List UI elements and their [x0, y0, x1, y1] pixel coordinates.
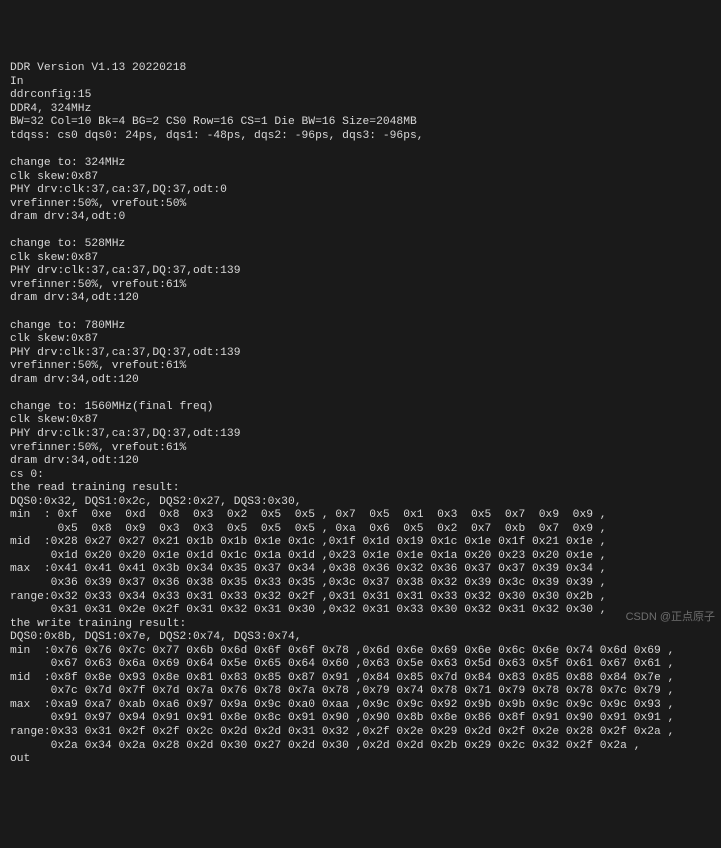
terminal-line: vrefinner:50%, vrefout:61% [10, 442, 711, 456]
terminal-line [10, 387, 711, 401]
terminal-line: BW=32 Col=10 Bk=4 BG=2 CS0 Row=16 CS=1 D… [10, 116, 711, 130]
terminal-line [10, 306, 711, 320]
terminal-line: mid :0x8f 0x8e 0x93 0x8e 0x81 0x83 0x85 … [10, 672, 711, 686]
terminal-line: range:0x32 0x33 0x34 0x33 0x31 0x33 0x32… [10, 591, 711, 605]
terminal-line: max :0x41 0x41 0x41 0x3b 0x34 0x35 0x37 … [10, 563, 711, 577]
terminal-line: 0x2a 0x34 0x2a 0x28 0x2d 0x30 0x27 0x2d … [10, 740, 711, 754]
terminal-line: PHY drv:clk:37,ca:37,DQ:37,odt:139 [10, 265, 711, 279]
terminal-line: the read training result: [10, 482, 711, 496]
terminal-line: vrefinner:50%, vrefout:61% [10, 360, 711, 374]
terminal-line: tdqss: cs0 dqs0: 24ps, dqs1: -48ps, dqs2… [10, 130, 711, 144]
terminal-line: 0x1d 0x20 0x20 0x1e 0x1d 0x1c 0x1a 0x1d … [10, 550, 711, 564]
terminal-line: min : 0xf 0xe 0xd 0x8 0x3 0x2 0x5 0x5 , … [10, 509, 711, 523]
terminal-line: clk skew:0x87 [10, 414, 711, 428]
terminal-line: 0x36 0x39 0x37 0x36 0x38 0x35 0x33 0x35 … [10, 577, 711, 591]
terminal-line: 0x91 0x97 0x94 0x91 0x91 0x8e 0x8c 0x91 … [10, 712, 711, 726]
terminal-line: clk skew:0x87 [10, 171, 711, 185]
terminal-line: DQS0:0x8b, DQS1:0x7e, DQS2:0x74, DQS3:0x… [10, 631, 711, 645]
terminal-line: PHY drv:clk:37,ca:37,DQ:37,odt:139 [10, 428, 711, 442]
terminal-line: DDR Version V1.13 20220218 [10, 62, 711, 76]
terminal-line [10, 225, 711, 239]
terminal-line: the write training result: [10, 618, 711, 632]
terminal-line: dram drv:34,odt:0 [10, 211, 711, 225]
terminal-line [10, 143, 711, 157]
terminal-line: 0x7c 0x7d 0x7f 0x7d 0x7a 0x76 0x78 0x7a … [10, 685, 711, 699]
terminal-line: change to: 324MHz [10, 157, 711, 171]
terminal-line: DDR4, 324MHz [10, 103, 711, 117]
terminal-line: 0x5 0x8 0x9 0x3 0x3 0x5 0x5 0x5 , 0xa 0x… [10, 523, 711, 537]
terminal-line: PHY drv:clk:37,ca:37,DQ:37,odt:0 [10, 184, 711, 198]
terminal-line: dram drv:34,odt:120 [10, 374, 711, 388]
terminal-line: mid :0x28 0x27 0x27 0x21 0x1b 0x1b 0x1e … [10, 536, 711, 550]
terminal-line: min :0x76 0x76 0x7c 0x77 0x6b 0x6d 0x6f … [10, 645, 711, 659]
terminal-line: In [10, 76, 711, 90]
terminal-line: change to: 780MHz [10, 320, 711, 334]
terminal-line: dram drv:34,odt:120 [10, 292, 711, 306]
terminal-line: range:0x33 0x31 0x2f 0x2f 0x2c 0x2d 0x2d… [10, 726, 711, 740]
terminal-line: 0x67 0x63 0x6a 0x69 0x64 0x5e 0x65 0x64 … [10, 658, 711, 672]
terminal-line: ddrconfig:15 [10, 89, 711, 103]
terminal-line: PHY drv:clk:37,ca:37,DQ:37,odt:139 [10, 347, 711, 361]
terminal-output: DDR Version V1.13 20220218Inddrconfig:15… [10, 62, 711, 766]
terminal-line: vrefinner:50%, vrefout:50% [10, 198, 711, 212]
terminal-line: change to: 528MHz [10, 238, 711, 252]
terminal-line: cs 0: [10, 469, 711, 483]
terminal-line: out [10, 753, 711, 767]
terminal-line: max :0xa9 0xa7 0xab 0xa6 0x97 0x9a 0x9c … [10, 699, 711, 713]
terminal-line: DQS0:0x32, DQS1:0x2c, DQS2:0x27, DQS3:0x… [10, 496, 711, 510]
terminal-line: vrefinner:50%, vrefout:61% [10, 279, 711, 293]
terminal-line: 0x31 0x31 0x2e 0x2f 0x31 0x32 0x31 0x30 … [10, 604, 711, 618]
terminal-line: change to: 1560MHz(final freq) [10, 401, 711, 415]
terminal-line: dram drv:34,odt:120 [10, 455, 711, 469]
terminal-line: clk skew:0x87 [10, 252, 711, 266]
terminal-line: clk skew:0x87 [10, 333, 711, 347]
